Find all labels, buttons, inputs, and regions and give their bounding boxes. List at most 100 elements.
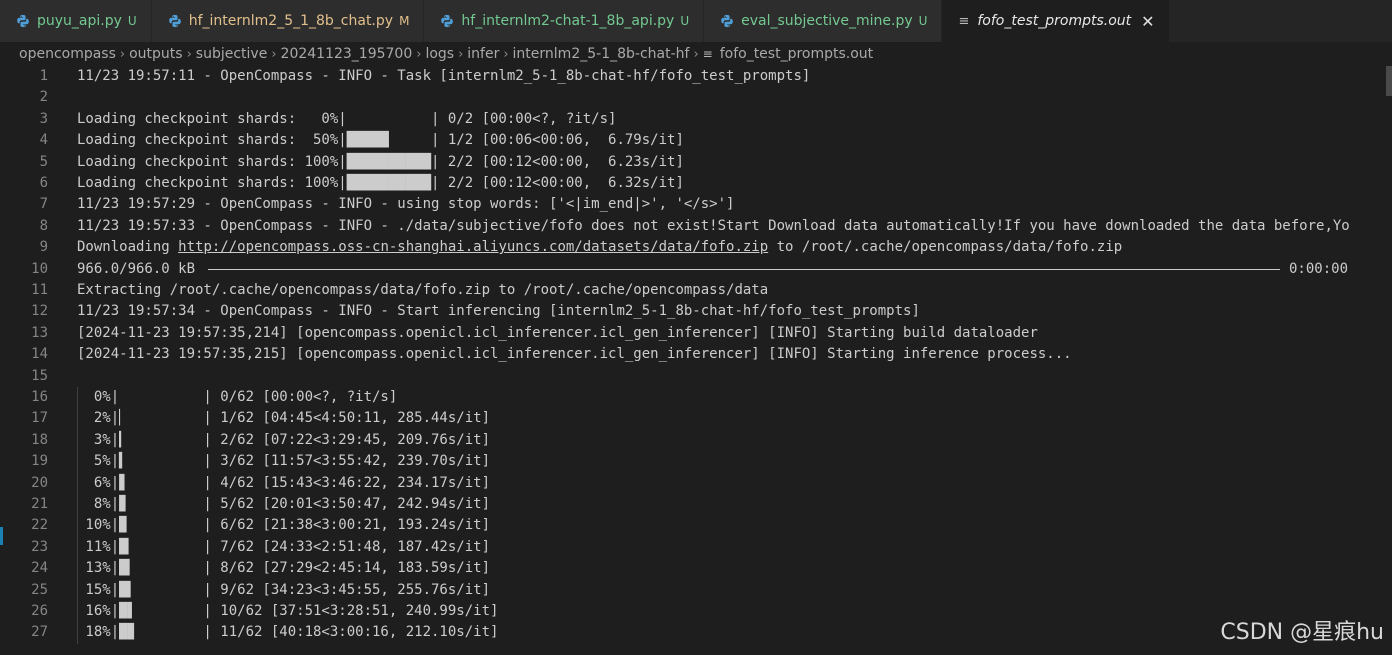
line-text: Loading checkpoint shards: 100%|████████… [77, 153, 684, 170]
line-number: 13 [31, 324, 48, 341]
line-text-prefix: Downloading [77, 239, 179, 256]
line-number: 11 [31, 282, 48, 298]
line-number: 18 [31, 431, 48, 448]
code-line[interactable]: 3 Loading checkpoint shards: 0%| | 0/2 [0… [0, 109, 1392, 130]
line-number: 2 [39, 89, 48, 106]
tab-fofo-test-prompts-out[interactable]: ≡ fofo_test_prompts.out ✕ [942, 0, 1170, 42]
line-text: 11/23 19:57:29 - OpenCompass - INFO - us… [77, 196, 735, 213]
breadcrumb-item[interactable]: outputs [129, 46, 182, 62]
tab-label: hf_internlm2-chat-1_8b_api.py [461, 13, 675, 29]
line-number: 25 [31, 581, 48, 598]
line-number: 5 [39, 153, 48, 170]
code-line[interactable]: 13 [2024-11-23 19:57:35,214] [opencompass… [0, 323, 1392, 344]
line-text: 5%|▍ | 3/62 [11:57<3:55:42, 239.70s/it] [77, 453, 491, 470]
code-line[interactable]: 21 8%|▊ | 5/62 [20:01<3:50:47, 242.94s/i… [0, 494, 1392, 515]
code-line[interactable]: 22 10%|▉ | 6/62 [21:38<3:00:21, 193.24s/… [0, 515, 1392, 536]
code-line[interactable]: 15 [0, 366, 1392, 387]
line-text: 3%|▎ | 2/62 [07:22<3:29:45, 209.76s/it] [77, 431, 491, 448]
chevron-right-icon: › [186, 46, 192, 62]
code-line[interactable]: 27 18%|█▊ | 11/62 [40:18<3:00:16, 212.10… [0, 622, 1392, 643]
line-text: 15%|█▍ | 9/62 [34:23<3:45:55, 255.76s/it… [77, 581, 491, 598]
code-line[interactable]: 25 15%|█▍ | 9/62 [34:23<3:45:55, 255.76s… [0, 580, 1392, 601]
breadcrumb-item[interactable]: opencompass [19, 46, 116, 62]
chevron-right-icon: › [416, 46, 422, 62]
breadcrumb-item[interactable]: fofo_test_prompts.out [720, 46, 873, 62]
code-line[interactable]: 17 2%|▏ | 1/62 [04:45<4:50:11, 285.44s/i… [0, 408, 1392, 429]
line-number: 8 [39, 217, 48, 234]
download-progress-bar [208, 268, 1280, 271]
line-text: 13%|█▎ | 8/62 [27:29<2:45:14, 183.59s/it… [77, 560, 491, 577]
code-line[interactable]: 12 11/23 19:57:34 - OpenCompass - INFO - … [0, 301, 1392, 322]
tab-label: fofo_test_prompts.out [977, 13, 1132, 29]
code-line[interactable]: 6 Loading checkpoint shards: 100%|███████… [0, 173, 1392, 194]
code-line[interactable]: 11 Extracting /root/.cache/opencompass/da… [0, 280, 1392, 301]
tab-puyu-api-py[interactable]: puyu_api.py U [0, 0, 152, 42]
breadcrumb-item[interactable]: subjective [196, 46, 268, 62]
code-line[interactable]: 19 5%|▍ | 3/62 [11:57<3:55:42, 239.70s/i… [0, 451, 1392, 472]
close-icon[interactable]: ✕ [1141, 12, 1154, 31]
code-line[interactable]: 23 11%|█▏ | 7/62 [24:33<2:51:48, 187.42s… [0, 537, 1392, 558]
code-line[interactable]: 7 11/23 19:57:29 - OpenCompass - INFO - u… [0, 194, 1392, 215]
line-number: 20 [31, 474, 48, 491]
tab-label: hf_internlm2_5_1_8b_chat.py [188, 13, 394, 29]
line-text: Loading checkpoint shards: 50%|█████ | 1… [77, 132, 684, 149]
line-text: Loading checkpoint shards: 0%| | 0/2 [00… [77, 110, 617, 127]
git-status-badge: M [399, 14, 410, 28]
code-line[interactable]: 1 11/23 19:57:11 - OpenCompass - INFO - T… [0, 66, 1392, 87]
code-line[interactable]: 14 [2024-11-23 19:57:35,215] [opencompass… [0, 344, 1392, 365]
line-text: 11%|█▏ | 7/62 [24:33<2:51:48, 187.42s/it… [77, 538, 491, 555]
line-number: 21 [31, 496, 48, 512]
git-status-badge: U [680, 14, 690, 28]
line-number: 1 [39, 68, 48, 84]
python-file-icon [16, 14, 37, 28]
code-line[interactable]: 9 Downloading http://opencompass.oss-cn-s… [0, 237, 1392, 258]
breadcrumb-item[interactable]: infer [467, 46, 499, 62]
code-line[interactable]: 10 966.0/966.0 kB 0:00:00 [0, 259, 1392, 280]
tab-bar: puyu_api.py U hf_internlm2_5_1_8b_chat.py M… [0, 0, 1392, 42]
breadcrumb-item[interactable]: internlm2_5-1_8b-chat-hf [513, 46, 690, 62]
line-number: 27 [31, 624, 48, 641]
line-text: 11/23 19:57:33 - OpenCompass - INFO - ./… [77, 217, 1350, 234]
breadcrumb: opencompass › outputs › subjective › 20241123_… [0, 42, 1392, 66]
tab-hf-internlm2-chat-1-8b-api-py[interactable]: hf_internlm2-chat-1_8b_api.py U [424, 0, 705, 42]
line-number: 3 [39, 110, 48, 127]
tab-label: eval_subjective_mine.py [741, 13, 913, 29]
breadcrumb-item[interactable]: 20241123_195700 [281, 46, 413, 62]
line-number: 22 [31, 517, 48, 534]
git-status-badge: U [918, 14, 928, 28]
line-number: 23 [31, 538, 48, 555]
line-number: 24 [31, 560, 48, 577]
code-line[interactable]: 24 13%|█▎ | 8/62 [27:29<2:45:14, 183.59s… [0, 558, 1392, 579]
line-number: 17 [31, 410, 48, 427]
code-line[interactable]: 20 6%|▋ | 4/62 [15:43<3:46:22, 234.17s/i… [0, 473, 1392, 494]
tab-eval-subjective-mine-py[interactable]: eval_subjective_mine.py U [704, 0, 943, 42]
editor[interactable]: 1 11/23 19:57:11 - OpenCompass - INFO - T… [0, 66, 1392, 655]
chevron-right-icon: › [119, 46, 126, 62]
indent-guide [77, 387, 78, 644]
line-text: [2024-11-23 19:57:35,215] [opencompass.o… [77, 346, 1072, 363]
breadcrumb-item[interactable]: logs [425, 46, 454, 62]
line-number: 7 [39, 196, 48, 213]
vertical-scrollbar[interactable] [1386, 66, 1392, 96]
chevron-right-icon: › [503, 46, 509, 62]
chevron-right-icon: › [693, 46, 699, 62]
code-line[interactable]: 26 16%|█▌ | 10/62 [37:51<3:28:51, 240.99… [0, 601, 1392, 622]
code-line[interactable]: 5 Loading checkpoint shards: 100%|███████… [0, 152, 1392, 173]
tab-hf-internlm2-5-1-8b-chat-py[interactable]: hf_internlm2_5_1_8b_chat.py M [151, 0, 425, 42]
line-text: 2%|▏ | 1/62 [04:45<4:50:11, 285.44s/it] [77, 410, 491, 427]
text-file-icon: ≡ [958, 13, 970, 29]
code-line[interactable]: 18 3%|▎ | 2/62 [07:22<3:29:45, 209.76s/i… [0, 430, 1392, 451]
line-text: 8%|▊ | 5/62 [20:01<3:50:47, 242.94s/it] [77, 496, 491, 512]
python-file-icon [440, 14, 461, 28]
code-line[interactable]: 8 11/23 19:57:33 - OpenCompass - INFO - .… [0, 216, 1392, 237]
line-number: 10 [31, 260, 48, 277]
line-number: 16 [31, 389, 48, 405]
line-text: 0%| | 0/62 [00:00<?, ?it/s] [77, 389, 398, 405]
code-line[interactable]: 2 [0, 87, 1392, 108]
code-line[interactable]: 4 Loading checkpoint shards: 50%|█████ | … [0, 130, 1392, 151]
python-file-icon [720, 14, 741, 28]
code-line[interactable]: 16 0%| | 0/62 [00:00<?, ?it/s] [0, 387, 1392, 408]
line-text-suffix: to /root/.cache/opencompass/data/fofo.zi… [768, 239, 1123, 256]
line-text: Downloading http://opencompass.oss-cn-sh… [77, 237, 1122, 258]
download-link[interactable]: http://opencompass.oss-cn-shanghai.aliyu… [178, 239, 768, 255]
